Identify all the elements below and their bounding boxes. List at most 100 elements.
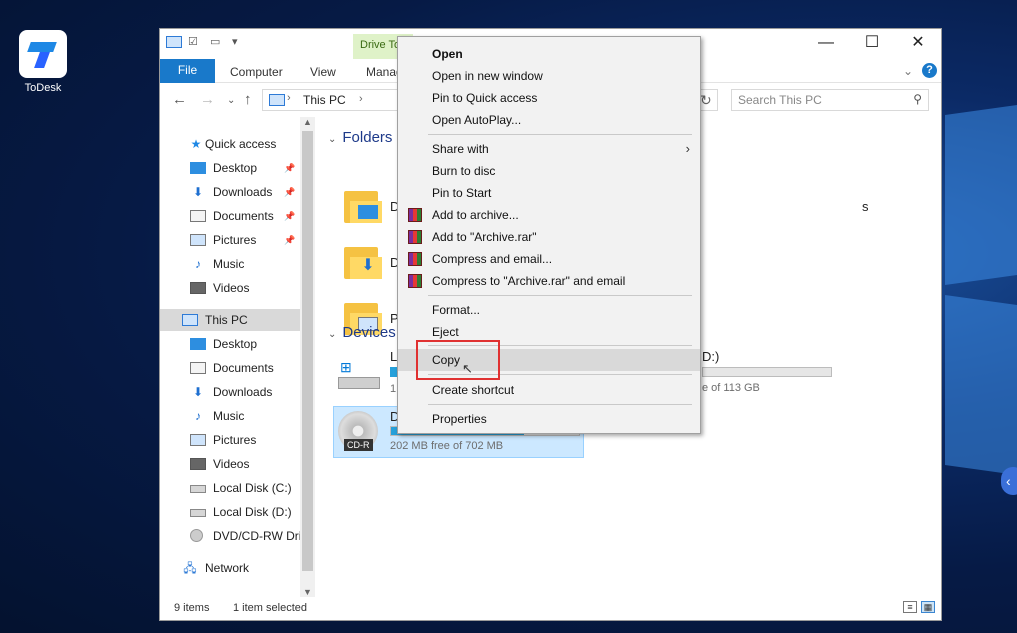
documents-icon xyxy=(190,362,206,374)
winrar-icon xyxy=(408,252,422,266)
search-placeholder: Search This PC xyxy=(738,93,822,107)
hard-drive-icon xyxy=(190,509,206,517)
downloads-folder-icon[interactable]: ⬇ xyxy=(344,243,382,279)
minimize-button[interactable]: — xyxy=(803,29,849,59)
download-arrow-icon: ⬇ xyxy=(192,185,204,199)
large-icons-view-icon[interactable]: ▦ xyxy=(921,601,935,613)
tab-computer[interactable]: Computer xyxy=(230,65,283,79)
refresh-icon[interactable]: ↻ xyxy=(700,92,712,109)
customize-toolbar-icon[interactable]: ▾ xyxy=(232,35,248,49)
drive-d-name[interactable]: D:) xyxy=(702,349,719,364)
nav-qa-desktop[interactable]: Desktop 📌 xyxy=(160,157,300,179)
breadcrumb-chevron-icon[interactable]: › xyxy=(359,93,363,105)
properties-icon[interactable]: ☑ xyxy=(188,35,204,49)
drive-d-free-text: e of 113 GB xyxy=(702,382,760,394)
menu-item-compress-rar-email[interactable]: Compress to "Archive.rar" and email xyxy=(398,270,700,292)
scrollbar-thumb[interactable] xyxy=(302,131,313,571)
drive-c-free-text: 1 xyxy=(390,383,397,395)
nav-qa-downloads[interactable]: ⬇ Downloads 📌 xyxy=(160,181,300,203)
nav-this-pc[interactable]: This PC xyxy=(160,309,300,331)
nav-pc-pictures[interactable]: Pictures xyxy=(160,429,300,451)
expand-ribbon-icon[interactable]: ⌄ xyxy=(903,64,913,78)
this-pc-icon xyxy=(182,314,198,326)
status-bar: 9 items 1 item selected ≡ ▦ xyxy=(160,596,941,620)
tab-file[interactable]: File xyxy=(160,59,215,83)
menu-item-format[interactable]: Format... xyxy=(398,299,700,321)
windows-logo-icon: ⊞ xyxy=(340,359,352,375)
nav-pc-desktop[interactable]: Desktop xyxy=(160,333,300,355)
nav-local-disk-c[interactable]: Local Disk (C:) xyxy=(160,477,300,499)
help-icon[interactable]: ? xyxy=(922,63,937,78)
remote-side-handle-icon[interactable]: ‹ xyxy=(1001,467,1017,495)
nav-pc-documents[interactable]: Documents xyxy=(160,357,300,379)
menu-item-open[interactable]: Open xyxy=(398,43,700,65)
breadcrumb-chevron-icon[interactable]: › xyxy=(287,92,291,104)
network-icon: 🖧 xyxy=(183,561,197,575)
local-disk-c-icon[interactable]: ⊞ xyxy=(338,359,382,391)
back-arrow-icon[interactable]: ← xyxy=(172,91,187,108)
menu-item-add-to-archive-rar[interactable]: Add to "Archive.rar" xyxy=(398,226,700,248)
winrar-icon xyxy=(408,230,422,244)
nav-qa-videos[interactable]: Videos xyxy=(160,277,300,299)
pin-icon: 📌 xyxy=(284,163,296,173)
menu-item-share-with[interactable]: Share with › xyxy=(398,138,700,160)
menu-item-open-autoplay[interactable]: Open AutoPlay... xyxy=(398,109,700,131)
window-controls: — ☐ ✕ xyxy=(803,29,941,59)
desktop-icon xyxy=(190,162,206,174)
item-count: 9 items xyxy=(174,602,210,614)
forward-arrow-icon[interactable]: → xyxy=(200,91,215,108)
submenu-arrow-icon: › xyxy=(685,141,690,156)
collapse-chevron-icon[interactable]: ⌄ xyxy=(328,134,336,145)
nav-qa-documents[interactable]: Documents 📌 xyxy=(160,205,300,227)
nav-dvd-drive[interactable]: DVD/CD-RW Dri xyxy=(160,525,300,547)
menu-item-pin-to-start[interactable]: Pin to Start xyxy=(398,182,700,204)
collapse-chevron-icon[interactable]: ⌄ xyxy=(328,329,336,340)
videos-icon xyxy=(190,282,206,294)
menu-item-properties[interactable]: Properties xyxy=(398,408,700,430)
search-icon[interactable]: ⚲ xyxy=(913,92,922,106)
menu-item-burn-to-disc[interactable]: Burn to disc xyxy=(398,160,700,182)
nav-scrollbar[interactable]: ▲ ▼ xyxy=(300,117,315,597)
new-folder-icon[interactable]: ▭ xyxy=(210,35,226,49)
drive-d-usage-bar xyxy=(702,367,832,377)
quick-access-toolbar: ☑ ▭ ▾ xyxy=(166,35,248,49)
todesk-desktop-icon[interactable]: ToDesk xyxy=(14,30,72,94)
todesk-logo-icon xyxy=(19,30,67,78)
breadcrumb-this-pc[interactable]: This PC xyxy=(303,93,346,107)
recent-locations-icon[interactable]: ⌄ xyxy=(227,95,235,106)
tab-view[interactable]: View xyxy=(310,65,336,79)
mouse-cursor-icon: ↖ xyxy=(462,361,473,376)
folders-group-header[interactable]: ⌄ Folders ( xyxy=(328,129,402,146)
menu-item-compress-email[interactable]: Compress and email... xyxy=(398,248,700,270)
maximize-button[interactable]: ☐ xyxy=(849,29,895,59)
desktop-folder-icon[interactable] xyxy=(344,187,382,223)
menu-separator xyxy=(428,134,692,135)
nav-pc-downloads[interactable]: ⬇ Downloads xyxy=(160,381,300,403)
nav-pc-music[interactable]: ♪ Music xyxy=(160,405,300,427)
cd-r-badge: CD-R xyxy=(344,439,373,451)
menu-item-open-new-window[interactable]: Open in new window xyxy=(398,65,700,87)
disc-icon xyxy=(190,529,203,542)
search-input[interactable]: Search This PC ⚲ xyxy=(731,89,929,111)
close-button[interactable]: ✕ xyxy=(895,29,941,59)
pictures-icon xyxy=(190,434,206,446)
nav-pc-videos[interactable]: Videos xyxy=(160,453,300,475)
windows-logo-pane xyxy=(945,294,1017,476)
pin-icon: 📌 xyxy=(284,211,296,221)
up-arrow-icon[interactable]: ↑ xyxy=(244,91,252,108)
scroll-up-icon[interactable]: ▲ xyxy=(303,117,312,127)
menu-separator xyxy=(428,295,692,296)
nav-network[interactable]: 🖧 Network xyxy=(160,557,300,579)
menu-item-pin-quick-access[interactable]: Pin to Quick access xyxy=(398,87,700,109)
details-view-icon[interactable]: ≡ xyxy=(903,601,917,613)
menu-item-create-shortcut[interactable]: Create shortcut xyxy=(398,379,700,401)
nav-quick-access[interactable]: ★ Quick access xyxy=(160,133,300,155)
pictures-icon xyxy=(190,234,206,246)
winrar-icon xyxy=(408,208,422,222)
nav-qa-music[interactable]: ♪ Music xyxy=(160,253,300,275)
menu-item-add-to-archive[interactable]: Add to archive... xyxy=(398,204,700,226)
nav-local-disk-d[interactable]: Local Disk (D:) xyxy=(160,501,300,523)
nav-qa-pictures[interactable]: Pictures 📌 xyxy=(160,229,300,251)
music-note-icon: ♪ xyxy=(195,409,201,423)
hard-drive-icon xyxy=(190,485,206,493)
